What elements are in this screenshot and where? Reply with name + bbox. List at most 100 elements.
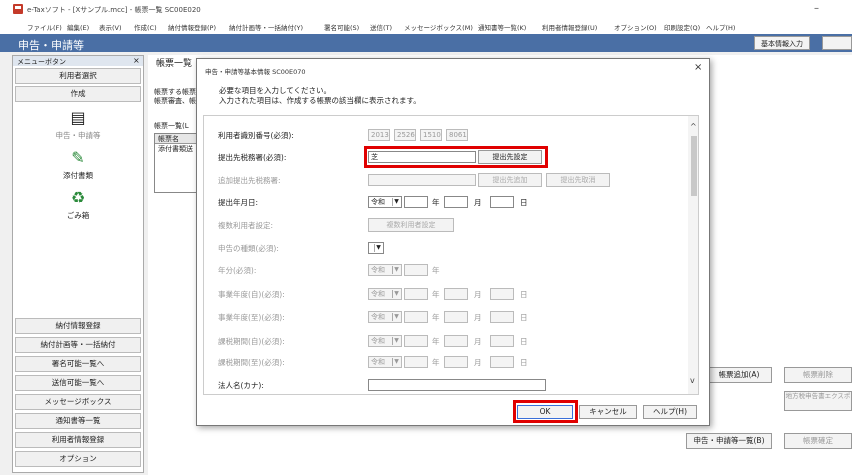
sidebar-user-info-button[interactable]: 利用者情報登録 [15, 432, 141, 448]
create-button[interactable]: 作成 [15, 86, 141, 102]
menu-help[interactable]: ヘルプ(H) [706, 22, 735, 32]
page-title: 申告・申請等 [18, 39, 84, 52]
scroll-thumb[interactable] [691, 136, 697, 196]
additional-office-add-button[interactable]: 提出先追加 [478, 173, 542, 187]
sidebar-signable-button[interactable]: 署名可能一覧へ [15, 356, 141, 372]
menu-message-box[interactable]: メッセージボックス(M) [404, 22, 473, 32]
menu-file[interactable]: ファイル(F) [27, 22, 62, 32]
fiscal-from-year-unit: 年 [432, 290, 440, 299]
menu-signable[interactable]: 署名可能(S) [324, 22, 359, 32]
fiscal-from-month-field [444, 288, 468, 300]
user-id-part-1: 2013 [368, 129, 390, 141]
main-desc-line2: 帳票審査、帳 [154, 97, 196, 105]
form-scrollbar[interactable]: ^ v [688, 116, 698, 394]
menu-send[interactable]: 送信(T) [370, 22, 392, 32]
form-list-label: 帳票一覧(L [154, 122, 189, 130]
year-field [404, 264, 428, 276]
sidebar-item-filing[interactable]: ▤ 申告・申請等 [43, 108, 113, 141]
sidebar-item-label: 申告・申請等 [55, 131, 101, 140]
year-label: 年分(必須): [218, 266, 257, 275]
menu-notices[interactable]: 通知書等一覧(K) [478, 22, 526, 32]
submit-day-field[interactable] [490, 196, 514, 208]
submit-year-unit: 年 [432, 198, 440, 207]
main-heading: 帳票一覧 [156, 59, 193, 69]
user-select-button[interactable]: 利用者選択 [15, 68, 141, 84]
window-title: e-Taxソフト - [Xサンプル.mcc] - 帳票一覧 SC00E020 [27, 6, 201, 14]
additional-office-remove-button[interactable]: 提出先取消 [546, 173, 610, 187]
taxable-to-label: 課税期間(至)(必須): [218, 358, 285, 367]
taxable-to-era-value: 令和 [371, 358, 385, 366]
taxable-from-month-field [444, 335, 468, 347]
chevron-down-icon[interactable]: v [690, 376, 695, 385]
submit-day-unit: 日 [520, 198, 528, 207]
chevron-down-icon: ▼ [392, 337, 400, 345]
taxable-from-day-field [490, 335, 514, 347]
fiscal-to-day-unit: 日 [520, 313, 528, 322]
menu-create[interactable]: 作成(C) [134, 22, 157, 32]
chevron-down-icon: ▼ [392, 266, 400, 274]
multi-user-button[interactable]: 複数利用者設定 [368, 218, 454, 232]
menu-user-info[interactable]: 利用者情報登録(U) [542, 22, 597, 32]
submit-year-field[interactable] [404, 196, 428, 208]
fiscal-from-day-field [490, 288, 514, 300]
taxable-to-day-unit: 日 [520, 358, 528, 367]
menu-print-settings[interactable]: 印刷設定(Q) [664, 22, 700, 32]
sidebar-payment-plan-button[interactable]: 納付計画等・一括納付 [15, 337, 141, 353]
sidebar-options-button[interactable]: オプション [15, 451, 141, 467]
minimize-button[interactable]: – [814, 3, 819, 14]
taxable-to-month-field [444, 356, 468, 368]
banner-extra-button[interactable] [822, 36, 852, 50]
sidebar-sendable-button[interactable]: 送信可能一覧へ [15, 375, 141, 391]
sidebar-notices-button[interactable]: 通知書等一覧 [15, 413, 141, 429]
year-era-select: 令和 ▼ [368, 264, 402, 276]
multi-user-label: 複数利用者設定: [218, 221, 274, 230]
submit-month-field[interactable] [444, 196, 468, 208]
fiscal-from-month-unit: 月 [474, 290, 482, 299]
close-icon[interactable]: × [133, 56, 140, 65]
menu-payment-plan[interactable]: 納付計画等・一括納付(Y) [229, 22, 303, 32]
fiscal-from-label: 事業年度(自)(必須): [218, 290, 285, 299]
submit-era-select[interactable]: 令和 ▼ [368, 196, 402, 208]
corp-name-field[interactable] [368, 379, 546, 391]
fiscal-to-day-field [490, 311, 514, 323]
form-scroll-area[interactable]: 利用者識別番号(必須): 2013 2526 1510 8061 提出先税務署(… [203, 115, 699, 395]
help-button[interactable]: ヘルプ(H) [643, 405, 697, 419]
cancel-button[interactable]: キャンセル [579, 405, 637, 419]
confirm-form-button[interactable]: 帳票確定 [784, 433, 852, 449]
menu-options[interactable]: オプション(O) [614, 22, 657, 32]
taxable-from-day-unit: 日 [520, 337, 528, 346]
document-icon: ▤ [70, 108, 86, 127]
fiscal-from-year-field [404, 288, 428, 300]
app-icon [13, 4, 23, 14]
delete-form-button[interactable]: 帳票削除 [784, 367, 852, 383]
sidebar-message-box-button[interactable]: メッセージボックス [15, 394, 141, 410]
title-bar: e-Taxソフト - [Xサンプル.mcc] - 帳票一覧 SC00E020 – [0, 0, 852, 20]
filing-type-select[interactable]: ▼ [368, 242, 384, 254]
fiscal-to-year-field [404, 311, 428, 323]
sidebar-payment-info-button[interactable]: 納付情報登録 [15, 318, 141, 334]
chevron-up-icon[interactable]: ^ [690, 122, 697, 131]
menu-bar: ファイル(F) 編集(E) 表示(V) 作成(C) 納付情報登録(P) 納付計画… [0, 20, 852, 34]
fiscal-to-year-unit: 年 [432, 313, 440, 322]
add-form-button[interactable]: 帳票追加(A) [706, 367, 772, 383]
menu-payment-info[interactable]: 納付情報登録(P) [168, 22, 216, 32]
user-id-part-3: 1510 [420, 129, 442, 141]
filing-list-button[interactable]: 申告・申請等一覧(B) [686, 433, 772, 449]
fiscal-from-era-select: 令和 ▼ [368, 288, 402, 300]
additional-office-field [368, 174, 476, 186]
submit-era-value: 令和 [371, 198, 385, 206]
menu-view[interactable]: 表示(V) [99, 22, 122, 32]
ok-highlight [513, 400, 578, 423]
user-id-label: 利用者識別番号(必須): [218, 131, 294, 140]
sidebar-item-trash[interactable]: ♻ ごみ箱 [43, 188, 113, 221]
taxable-to-month-unit: 月 [474, 358, 482, 367]
sidebar-item-attachments[interactable]: ✎ 添付書類 [43, 148, 113, 181]
additional-office-label: 追加提出先税務署: [218, 176, 281, 185]
local-tax-export-button[interactable]: 地方税申告書エクスポ [784, 391, 852, 411]
menu-edit[interactable]: 編集(E) [67, 22, 89, 32]
chevron-down-icon: ▼ [392, 313, 400, 321]
taxable-to-era-select: 令和 ▼ [368, 356, 402, 368]
tax-office-highlight [364, 146, 548, 168]
dialog-close-icon[interactable]: × [694, 62, 702, 73]
basic-info-button[interactable]: 基本情報入力 [754, 36, 810, 50]
